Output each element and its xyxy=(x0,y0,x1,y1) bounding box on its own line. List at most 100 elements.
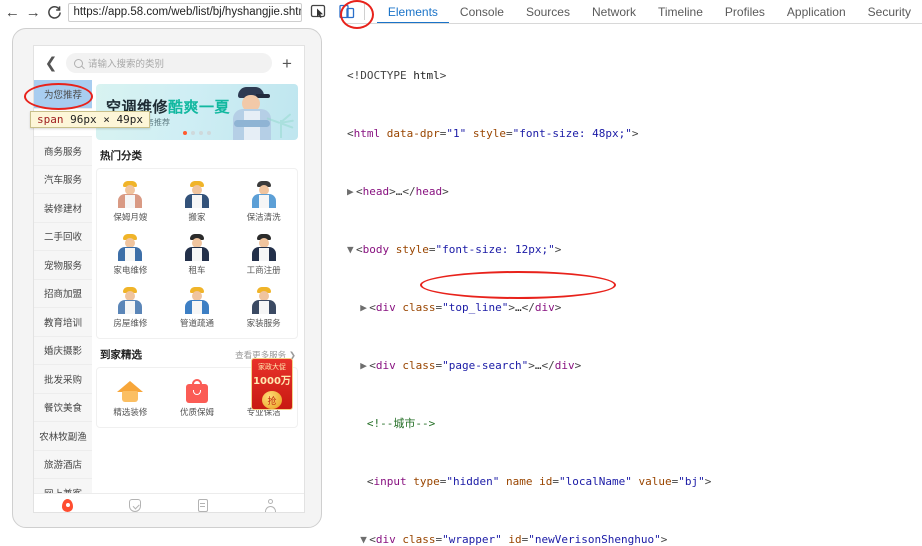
grid-item[interactable]: 工商注册 xyxy=(230,228,297,281)
rail-item-jiaoyu[interactable]: 教育培训 xyxy=(34,308,92,337)
dom-line[interactable]: <!DOCTYPE html> xyxy=(345,69,922,84)
grid-item-label: 家装服务 xyxy=(246,319,281,329)
mobile-search-header: ❮ 请输入搜索的类别 + xyxy=(34,46,304,80)
grid-item-label: 家电维修 xyxy=(113,266,148,276)
chevron-left-icon[interactable]: ❮ xyxy=(44,54,58,72)
inspect-element-icon[interactable] xyxy=(310,3,328,21)
clipboard-icon xyxy=(196,499,210,512)
rail-item-tuijian[interactable]: 为您推荐 xyxy=(34,80,92,109)
tabbar-item-profile[interactable]: 我的 xyxy=(237,499,305,512)
reload-icon[interactable] xyxy=(46,2,63,22)
dom-line-comment[interactable]: <!--城市--> xyxy=(345,417,922,432)
rail-item-label: 二手回收 xyxy=(43,232,82,244)
rail-item-label: 为您推荐 xyxy=(43,89,82,101)
grid-item[interactable]: 管道疏通 xyxy=(164,281,231,334)
rail-item-label: 商务服务 xyxy=(43,146,82,158)
dom-line[interactable]: <input type="hidden" name id="localName"… xyxy=(345,475,922,490)
rail-item-label: 宠物服务 xyxy=(43,260,82,272)
dom-line[interactable]: ▶ <div class="top_line">…</div> xyxy=(345,301,922,316)
house-icon xyxy=(117,379,144,403)
rail-item-label: 农林牧副渔 xyxy=(39,431,87,443)
grid-item[interactable]: 家装服务 xyxy=(230,281,297,334)
banner-title-b: 酷爽一夏 xyxy=(168,98,231,116)
plus-icon[interactable]: + xyxy=(280,55,294,72)
dom-line[interactable]: <html data-dpr="1" style="font-size: 48p… xyxy=(345,127,922,142)
rail-item-hunqing[interactable]: 婚庆摄影 xyxy=(34,336,92,365)
worker-carrental-icon xyxy=(182,233,212,261)
dom-line[interactable]: ▼ <div class="wrapper" id="newVerisonShen… xyxy=(345,533,922,546)
location-pin-icon xyxy=(61,499,75,512)
tooltip-dimensions: 96px × 49px xyxy=(70,113,143,126)
home-section-title: 到家精选 xyxy=(100,349,142,361)
dom-tree-panel[interactable]: <!DOCTYPE html> <html data-dpr="1" style… xyxy=(345,25,922,546)
rail-item-nonglin[interactable]: 农林牧副渔 xyxy=(34,422,92,451)
grid-item[interactable]: 房屋维修 xyxy=(97,281,164,334)
grid-item[interactable]: 租车 xyxy=(164,228,231,281)
rail-item-pifa[interactable]: 批发采购 xyxy=(34,365,92,394)
search-input[interactable]: 请输入搜索的类别 xyxy=(66,53,272,73)
promo-coin-label: 抢 xyxy=(267,396,277,407)
grid-item-label: 租车 xyxy=(188,266,206,276)
devtools-tabs: Elements Console Sources Network Timelin… xyxy=(377,0,922,24)
grid-item[interactable]: 家电维修 xyxy=(97,228,164,281)
rail-item-zhuangxiu[interactable]: 装修建材 xyxy=(34,194,92,223)
tab-security[interactable]: Security xyxy=(857,0,922,24)
hot-section-title: 热门分类 xyxy=(100,150,142,162)
tab-label: Network xyxy=(591,5,636,19)
grid-item-label: 保姆月嫂 xyxy=(113,213,148,223)
rail-item-label: 婚庆摄影 xyxy=(43,346,82,358)
tab-elements[interactable]: Elements xyxy=(377,0,449,24)
rail-item-zhaoshang[interactable]: 招商加盟 xyxy=(34,279,92,308)
grid-item[interactable]: 优质保姆 xyxy=(164,374,231,423)
rail-item-canyin[interactable]: 餐饮美食 xyxy=(34,393,92,422)
rail-item-pets[interactable]: 宠物服务 xyxy=(34,251,92,280)
back-icon[interactable]: ← xyxy=(4,2,21,22)
tab-network[interactable]: Network xyxy=(581,0,647,24)
worker-nanny-icon xyxy=(115,180,145,208)
tab-console[interactable]: Console xyxy=(449,0,515,24)
rail-item-wangshang[interactable]: 网上兼客 xyxy=(34,479,92,493)
devtools-icon-group xyxy=(310,3,356,21)
tooltip-tag-name: span xyxy=(37,113,64,126)
search-placeholder: 请输入搜索的类别 xyxy=(88,59,165,70)
dom-line[interactable]: ▼ <body style="font-size: 12px;"> xyxy=(345,243,922,258)
rail-item-huishou[interactable]: 二手回收 xyxy=(34,222,92,251)
banner-dots[interactable] xyxy=(183,131,211,135)
grid-item[interactable]: 精选装修 xyxy=(97,374,164,423)
tabbar-item-local[interactable]: 本地服务 xyxy=(34,499,102,512)
dom-line[interactable]: ▶ <div class="page-search">…</div> xyxy=(345,359,922,374)
grid-item[interactable]: 保姆月嫂 xyxy=(97,175,164,228)
url-bar[interactable]: https://app.58.com/web/list/bj/hyshangji… xyxy=(68,2,303,22)
grid-item-label: 搬家 xyxy=(188,213,206,223)
device-toolbar-icon[interactable] xyxy=(338,3,356,21)
rail-item-label: 教育培训 xyxy=(43,317,82,329)
tab-timeline[interactable]: Timeline xyxy=(647,0,714,24)
person-icon xyxy=(263,499,277,512)
grid-item-label: 管道疏通 xyxy=(179,319,214,329)
devtools-tabs-underline xyxy=(345,23,922,24)
promo-line1: 家政大促 xyxy=(258,363,286,371)
search-icon xyxy=(74,58,83,68)
tabbar-item-home-picks[interactable]: 到家精选 xyxy=(102,499,170,512)
grid-item[interactable]: 保洁清洗 xyxy=(230,175,297,228)
dom-line[interactable]: ▶ <head>…</head> xyxy=(345,185,922,200)
forward-icon[interactable]: → xyxy=(25,2,42,22)
device-preview-frame: ❮ 请输入搜索的类别 + 为您推荐 家政服务 商务服务 汽车服务 装修建材 二手… xyxy=(12,28,322,528)
promo-coupon-card[interactable]: 家政大促 1000万 抢 xyxy=(251,358,293,410)
worker-mover-icon xyxy=(182,180,212,208)
rail-item-label: 汽车服务 xyxy=(43,175,82,187)
worker-decor-icon xyxy=(249,286,279,314)
palm-decor-icon xyxy=(266,112,296,138)
rail-item-shangwu[interactable]: 商务服务 xyxy=(34,137,92,166)
grid-item-label: 精选装修 xyxy=(113,408,148,418)
rail-item-lvyou[interactable]: 旅游酒店 xyxy=(34,450,92,479)
rail-item-label: 网上兼客 xyxy=(44,486,82,493)
rail-item-label: 招商加盟 xyxy=(43,289,82,301)
tab-application[interactable]: Application xyxy=(776,0,857,24)
tab-profiles[interactable]: Profiles xyxy=(714,0,776,24)
grid-item-label: 房屋维修 xyxy=(113,319,148,329)
rail-item-qichefw[interactable]: 汽车服务 xyxy=(34,165,92,194)
tabbar-item-orders[interactable]: 订单 xyxy=(169,499,237,512)
tab-sources[interactable]: Sources xyxy=(515,0,581,24)
grid-item[interactable]: 搬家 xyxy=(164,175,231,228)
